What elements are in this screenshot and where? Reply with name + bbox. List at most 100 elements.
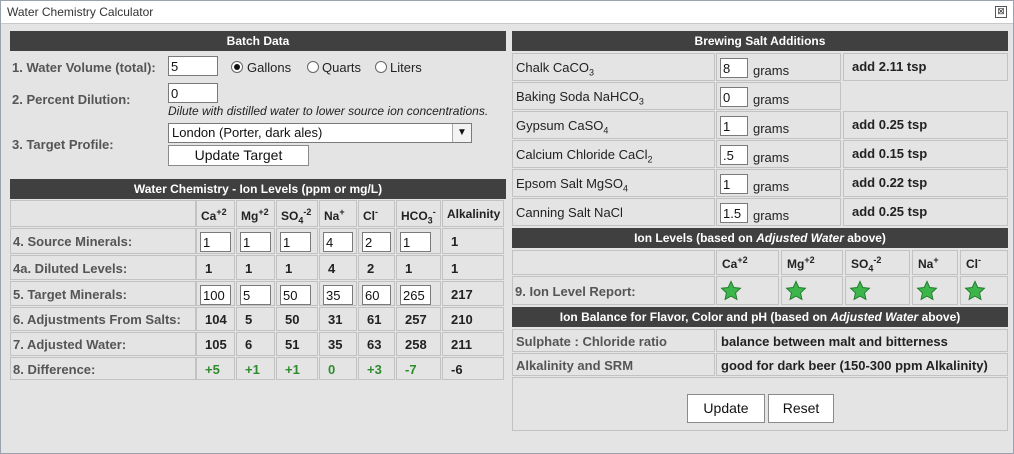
report-column-header: Ca+2	[722, 255, 748, 271]
ion-value-cell	[196, 281, 235, 306]
ion-value-input[interactable]	[400, 232, 431, 252]
ion-column-header-cell: HCO3-	[396, 200, 441, 227]
target-profile-select[interactable]: London (Porter, dark ales) ▼	[168, 123, 472, 143]
salt-amount-input[interactable]	[720, 145, 748, 165]
ion-levels-header: Water Chemistry - Ion Levels (ppm or mg/…	[10, 179, 506, 199]
ion-value-input[interactable]	[362, 285, 391, 305]
ion-column-header-cell: SO4-2	[276, 200, 318, 227]
ion-value-cell: 104	[196, 307, 235, 331]
report-column-header-symbol: Cl	[966, 257, 978, 271]
salt-amount-input[interactable]	[720, 203, 748, 223]
title-bar: Water Chemistry Calculator ⊠	[1, 1, 1013, 24]
report-column-header-superscript: -	[978, 255, 981, 265]
salt-name-subscript: 3	[638, 96, 644, 107]
salt-amount-input[interactable]	[720, 87, 748, 107]
ion-balance-header-em: Adjusted Water	[830, 310, 919, 324]
reset-button[interactable]: Reset	[768, 394, 834, 423]
ion-levels-report-header: Ion Levels (based on Adjusted Water abov…	[512, 228, 1008, 248]
ion-value-input[interactable]	[323, 232, 353, 252]
ion-value-cell: 1	[442, 255, 504, 280]
update-button[interactable]: Update	[687, 394, 765, 423]
ion-value: 217	[451, 287, 473, 302]
water-volume-input[interactable]	[168, 56, 218, 76]
close-icon[interactable]: ⊠	[995, 6, 1007, 18]
salt-add-cell: add 0.25 tsp	[843, 198, 1008, 226]
ion-value-cell	[358, 228, 395, 254]
ion-level-report-label: 9. Ion Level Report:	[515, 284, 636, 299]
percent-dilution-input[interactable]	[168, 83, 218, 103]
ion-column-header-symbol: Mg	[241, 209, 259, 223]
ion-value: 6	[245, 337, 253, 352]
ion-value: 1	[405, 261, 413, 276]
report-column-header: SO4-2	[851, 255, 881, 273]
salt-amount-cell: grams	[716, 169, 841, 197]
salt-add-text: add 2.11 tsp	[852, 59, 927, 74]
salt-add-cell: add 0.22 tsp	[843, 169, 1008, 197]
star-cell	[716, 276, 779, 305]
ion-value-cell: +1	[276, 357, 318, 380]
ion-value-input[interactable]	[323, 285, 353, 305]
ion-value-cell: 63	[358, 332, 395, 356]
ion-column-header: Cl-	[363, 207, 378, 223]
liters-radio[interactable]	[375, 61, 387, 73]
ion-value-input[interactable]	[280, 285, 311, 305]
ion-value-cell	[396, 281, 441, 306]
salt-unit-label: grams	[753, 179, 790, 194]
ion-balance-header-post: above)	[918, 310, 961, 324]
ion-column-header-cell: Cl-	[358, 200, 395, 227]
ion-value-cell: +1	[236, 357, 275, 380]
star-icon	[785, 280, 807, 301]
ion-value-cell	[358, 281, 395, 306]
ion-value-cell: 5	[236, 307, 275, 331]
salt-name-subscript: 4	[603, 125, 609, 136]
salt-amount-cell: grams	[716, 53, 841, 81]
chevron-down-icon[interactable]: ▼	[452, 124, 471, 142]
sulphate-chloride-label-cell: Sulphate : Chloride ratio	[512, 329, 715, 352]
quarts-radio[interactable]	[307, 61, 319, 73]
ion-value: 4	[328, 261, 336, 276]
salt-unit-label: grams	[753, 121, 790, 136]
ion-value-cell: 51	[276, 332, 318, 356]
ion-value-cell	[236, 228, 275, 254]
ion-value-input[interactable]	[200, 232, 231, 252]
salt-name: Canning Salt NaCl	[516, 205, 623, 220]
ion-value-cell: 217	[442, 281, 504, 306]
ion-column-header: Alkalinity	[447, 207, 500, 221]
ion-column-header: Mg+2	[241, 207, 269, 223]
salt-name-cell: Epsom Salt MgSO4	[512, 169, 715, 197]
ion-value: +1	[285, 362, 300, 377]
star-cell	[912, 276, 958, 305]
ion-value-input[interactable]	[280, 232, 311, 252]
ion-value-input[interactable]	[240, 285, 271, 305]
ion-value-cell	[276, 228, 318, 254]
ion-value-input[interactable]	[200, 285, 231, 305]
ion-report-header-em: Adjusted Water	[756, 231, 844, 245]
ion-value: 1	[205, 261, 213, 276]
gallons-radio[interactable]	[231, 61, 243, 73]
salt-name-text: Baking Soda NaHCO	[516, 89, 639, 104]
ion-value-input[interactable]	[400, 285, 431, 305]
salt-amount-input[interactable]	[720, 58, 748, 78]
ion-value: 210	[451, 312, 473, 327]
report-column-header-symbol: Ca	[722, 257, 738, 271]
ion-balance-header: Ion Balance for Flavor, Color and pH (ba…	[512, 307, 1008, 327]
dilution-note: Dilute with distilled water to lower sou…	[168, 104, 489, 118]
ion-row-label: 8. Difference:	[13, 362, 96, 377]
ion-value-input[interactable]	[362, 232, 391, 252]
salt-name-cell: Baking Soda NaHCO3	[512, 82, 715, 110]
ion-value-input[interactable]	[240, 232, 271, 252]
ion-value: 257	[405, 312, 427, 327]
star-icon	[916, 280, 938, 301]
ion-column-header-symbol: Ca	[201, 209, 217, 223]
salt-amount-input[interactable]	[720, 116, 748, 136]
salt-amount-cell: grams	[716, 111, 841, 139]
gallons-label: Gallons	[247, 60, 292, 75]
salt-add-text: add 0.25 tsp	[852, 117, 928, 132]
update-target-button[interactable]: Update Target	[168, 145, 309, 166]
ion-value: 1	[285, 261, 293, 276]
quarts-label: Quarts	[322, 60, 362, 75]
salt-amount-input[interactable]	[720, 174, 748, 194]
ion-value-cell: 61	[358, 307, 395, 331]
salt-name-cell: Canning Salt NaCl	[512, 198, 715, 226]
ion-column-header-cell: Alkalinity	[442, 200, 504, 227]
